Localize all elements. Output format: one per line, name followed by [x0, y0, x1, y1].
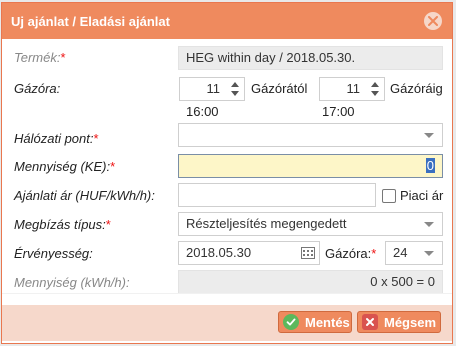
cancel-button[interactable]: Mégsem	[357, 311, 441, 333]
spinner-icon[interactable]	[371, 80, 379, 98]
dialog-titlebar: Uj ajánlat / Eladási ajánlat	[2, 3, 452, 39]
cancel-button-label: Mégsem	[384, 314, 437, 330]
gas-hour-to-time: 17:00	[322, 104, 355, 119]
validity-date-input[interactable]: 2018.05.30	[178, 241, 320, 265]
market-price-label: Piaci ár	[400, 188, 444, 203]
check-icon	[283, 314, 299, 330]
chevron-down-icon	[424, 133, 434, 138]
order-type-select[interactable]: Részteljesítés megengedett	[178, 212, 443, 236]
save-button-label: Mentés	[305, 314, 350, 330]
cancel-icon	[362, 314, 378, 330]
offer-price-label: Ajánlati ár (HUF/kWh/h):	[14, 188, 155, 203]
gas-hour-from-value: 11	[206, 81, 221, 96]
gas-hour-to-stepper[interactable]: 11	[319, 77, 385, 101]
footer-divider	[2, 293, 452, 294]
gas-hour-to-value: 11	[346, 81, 361, 96]
close-icon[interactable]	[424, 12, 442, 30]
validity-label: Érvényesség:	[14, 246, 93, 261]
offer-price-input[interactable]	[178, 183, 376, 207]
gas-hour-label: Gázóra:	[14, 81, 61, 96]
chevron-down-icon	[424, 222, 434, 227]
gas-hour-from-stepper[interactable]: 11	[179, 77, 245, 101]
offer-dialog: Uj ajánlat / Eladási ajánlat Termék:* HE…	[1, 2, 453, 344]
quantity-ke-label: Mennyiség (KE):*	[14, 159, 116, 174]
order-type-value: Részteljesítés megengedett	[186, 216, 347, 231]
network-point-label: Hálózati pont:*	[14, 131, 99, 146]
order-type-label: Megbízás típus:*	[14, 217, 111, 232]
save-button[interactable]: Mentés	[278, 311, 352, 333]
gas-hour-to-label: Gázóráig	[390, 81, 443, 96]
gas-hour-from-time: 16:00	[186, 104, 219, 119]
quantity-ke-value: 0	[425, 158, 435, 173]
validity-gas-hour-select[interactable]: 24	[385, 241, 443, 265]
validity-date-value: 2018.05.30	[186, 245, 252, 260]
network-point-select[interactable]	[178, 123, 443, 147]
product-field: HEG within day / 2018.05.30.	[178, 46, 443, 70]
spinner-icon[interactable]	[231, 80, 239, 98]
quantity-ke-input[interactable]: 0	[178, 154, 443, 178]
quantity-kwh-field: 0 x 500 = 0	[178, 270, 443, 294]
product-label: Termék:*	[14, 50, 66, 65]
quantity-kwh-label: Mennyiség (kWh/h):	[14, 275, 130, 290]
calendar-icon[interactable]	[301, 247, 315, 259]
dialog-title: Uj ajánlat / Eladási ajánlat	[11, 14, 170, 29]
dialog-footer: Mentés Mégsem	[2, 305, 452, 341]
validity-gas-hour-label: Gázóra:*	[325, 246, 377, 261]
validity-gas-hour-value: 24	[393, 245, 408, 260]
market-price-checkbox[interactable]	[382, 189, 396, 203]
chevron-down-icon	[424, 251, 434, 256]
gas-hour-from-label: Gázórától	[251, 81, 308, 96]
